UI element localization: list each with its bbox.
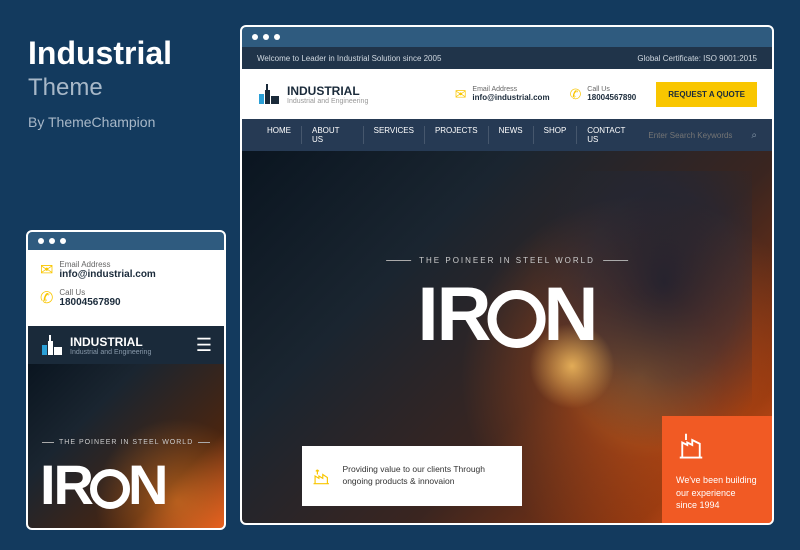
phone-contact[interactable]: ✆ Call Us 18004567890 — [570, 86, 637, 103]
window-dot — [49, 238, 55, 244]
mobile-nav: INDUSTRIAL Industrial and Engineering ☰ — [28, 326, 224, 364]
logo-block[interactable]: INDUSTRIAL Industrial and Engineering — [40, 333, 151, 357]
value-card: Providing value to our clients Through o… — [302, 446, 522, 506]
hero-post: N — [544, 272, 597, 357]
brand-tagline: Industrial and Engineering — [287, 98, 368, 105]
main-nav: HOME ABOUT US SERVICES PROJECTS NEWS SHO… — [242, 119, 772, 151]
nav-projects[interactable]: PROJECTS — [425, 126, 489, 144]
top-bar: Welcome to Leader in Industrial Solution… — [242, 47, 772, 69]
promo-title: Industrial — [28, 35, 172, 72]
phone-label: Call Us — [587, 86, 636, 93]
promo-subtitle: Theme — [28, 74, 172, 102]
browser-chrome — [242, 27, 772, 47]
hero-circle-o — [90, 469, 130, 509]
hamburger-icon[interactable]: ☰ — [196, 335, 212, 356]
envelope-icon: ✉ — [40, 260, 53, 280]
hero-headline: IR N — [40, 452, 166, 517]
search-box: ⌕ — [648, 130, 757, 141]
window-dot — [252, 34, 258, 40]
phone-value: 18004567890 — [587, 93, 636, 102]
phone-contact[interactable]: ✆ Call Us 18004567890 — [40, 288, 212, 308]
window-dot — [60, 238, 66, 244]
phone-label: Call Us — [59, 288, 120, 297]
window-dot — [38, 238, 44, 244]
hero-pre: IR — [40, 453, 92, 516]
experience-text: We've been building our experience since… — [676, 474, 758, 512]
site-header: INDUSTRIAL Industrial and Engineering ✉ … — [242, 69, 772, 119]
hero-tagline: THE POINEER IN STEEL WORLD — [42, 439, 215, 446]
hero-headline: IR N — [418, 271, 597, 358]
browser-chrome — [28, 232, 224, 250]
email-label: Email Address — [472, 86, 549, 93]
hero-pre: IR — [418, 272, 490, 357]
experience-card: We've been building our experience since… — [662, 416, 772, 525]
logo-icon — [257, 82, 281, 106]
request-quote-button[interactable]: REQUEST A QUOTE — [656, 82, 757, 107]
email-value: info@industrial.com — [472, 93, 549, 102]
hero-tagline: THE POINEER IN STEEL WORLD — [378, 256, 636, 265]
hero-section: THE POINEER IN STEEL WORLD IR N Providing… — [242, 151, 772, 525]
mobile-contacts: ✉ Email Address info@industrial.com ✆ Ca… — [28, 250, 224, 326]
nav-news[interactable]: NEWS — [489, 126, 534, 144]
brand-name: INDUSTRIAL — [287, 84, 368, 98]
email-contact[interactable]: ✉ Email Address info@industrial.com — [455, 86, 550, 103]
topbar-certificate: Global Certificate: ISO 9001:2015 — [637, 54, 757, 63]
brand-tagline: Industrial and Engineering — [70, 349, 151, 356]
nav-shop[interactable]: SHOP — [534, 126, 578, 144]
nav-about[interactable]: ABOUT US — [302, 126, 364, 144]
logo-block[interactable]: INDUSTRIAL Industrial and Engineering — [257, 82, 368, 106]
window-dot — [274, 34, 280, 40]
nav-items: HOME ABOUT US SERVICES PROJECTS NEWS SHO… — [257, 126, 648, 144]
email-value: info@industrial.com — [59, 269, 155, 280]
hero-post: N — [128, 453, 166, 516]
email-contact[interactable]: ✉ Email Address info@industrial.com — [40, 260, 212, 280]
mobile-hero: THE POINEER IN STEEL WORLD IR N — [28, 364, 224, 530]
phone-icon: ✆ — [40, 288, 53, 308]
nav-services[interactable]: SERVICES — [364, 126, 425, 144]
envelope-icon: ✉ — [455, 86, 467, 103]
nav-contact[interactable]: CONTACT US — [577, 126, 648, 144]
promo-block: Industrial Theme By ThemeChampion — [28, 35, 172, 130]
brand-name: INDUSTRIAL — [70, 335, 151, 349]
building-icon — [676, 430, 706, 460]
phone-value: 18004567890 — [59, 297, 120, 308]
search-input[interactable] — [648, 131, 743, 140]
mobile-preview: ✉ Email Address info@industrial.com ✆ Ca… — [26, 230, 226, 530]
promo-author: By ThemeChampion — [28, 114, 172, 130]
factory-icon — [312, 462, 330, 490]
search-icon[interactable]: ⌕ — [751, 130, 757, 141]
phone-icon: ✆ — [570, 86, 582, 103]
hero-circle-o — [488, 290, 546, 348]
nav-home[interactable]: HOME — [257, 126, 302, 144]
desktop-preview: Welcome to Leader in Industrial Solution… — [240, 25, 774, 525]
logo-icon — [40, 333, 64, 357]
window-dot — [263, 34, 269, 40]
email-label: Email Address — [59, 260, 155, 269]
value-text: Providing value to our clients Through o… — [342, 464, 512, 488]
topbar-welcome: Welcome to Leader in Industrial Solution… — [257, 54, 441, 63]
